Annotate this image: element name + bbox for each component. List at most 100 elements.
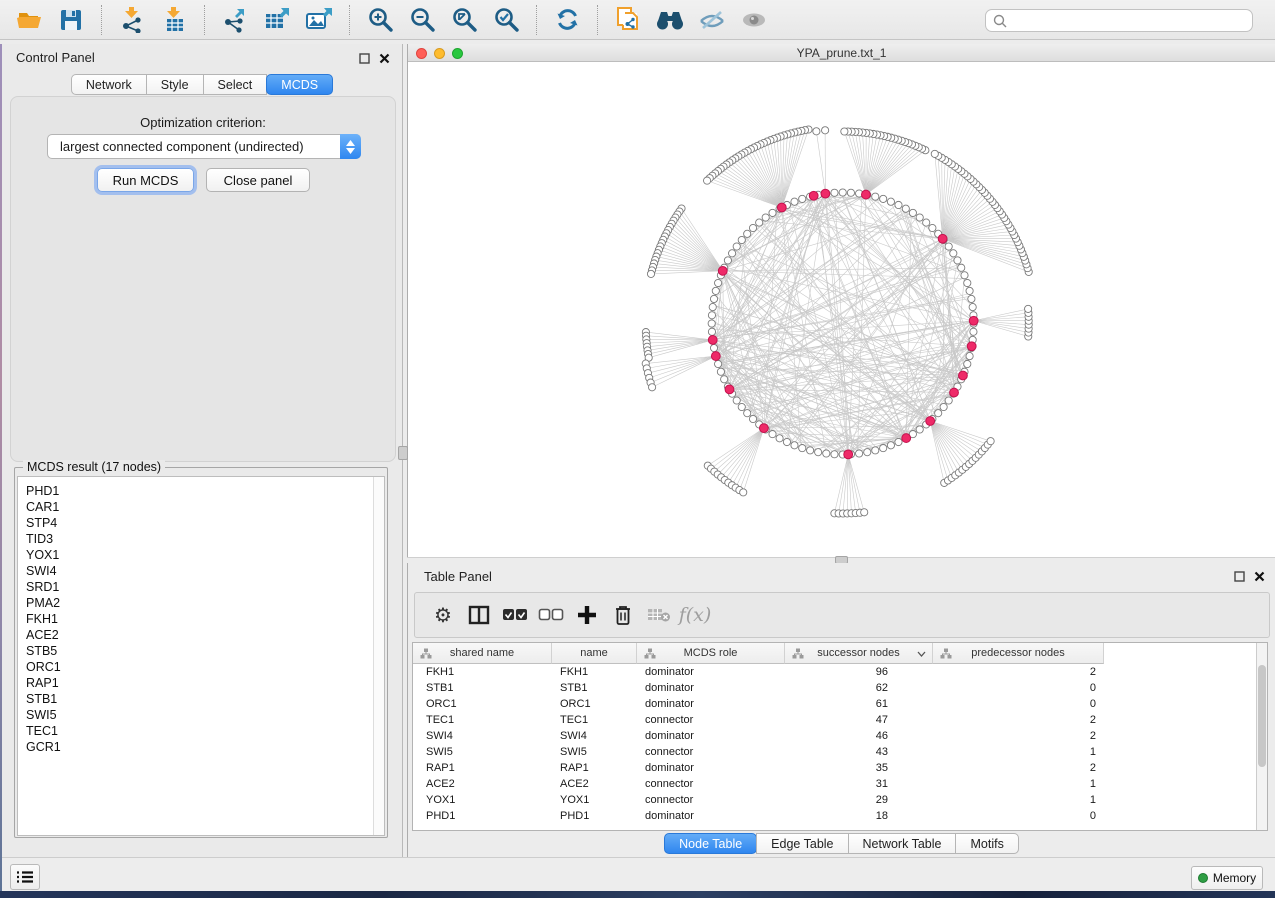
table-panel-close-button[interactable] [1252, 569, 1267, 584]
table-cell[interactable]: 35 [785, 760, 933, 776]
table-cell[interactable]: PHD1 [413, 808, 552, 824]
table-cell[interactable]: 1 [933, 744, 1104, 760]
table-tab-node-table[interactable]: Node Table [664, 833, 757, 854]
search-input[interactable] [1008, 10, 1252, 31]
table-cell[interactable]: 0 [933, 808, 1104, 824]
result-list-item[interactable]: CAR1 [18, 499, 384, 515]
show-all-button[interactable] [737, 4, 771, 36]
table-row[interactable]: FKH1FKH1dominator962 [413, 664, 1267, 680]
table-cell[interactable]: 1 [933, 792, 1104, 808]
result-list-item[interactable]: STB1 [18, 691, 384, 707]
toggle-panels-button[interactable] [461, 597, 497, 633]
table-cell[interactable]: 0 [933, 696, 1104, 712]
zoom-fit-button[interactable] [447, 4, 481, 36]
table-cell[interactable]: SWI5 [413, 744, 552, 760]
table-cell[interactable]: connector [637, 776, 785, 792]
table-scrollbar[interactable] [1256, 643, 1267, 830]
result-list-item[interactable]: SRD1 [18, 579, 384, 595]
result-list-item[interactable]: RAP1 [18, 675, 384, 691]
node-table[interactable]: shared namenameMCDS rolesuccessor nodesp… [412, 642, 1268, 831]
table-cell[interactable]: YOX1 [552, 792, 637, 808]
table-cell[interactable]: SWI4 [552, 728, 637, 744]
table-cell[interactable]: 61 [785, 696, 933, 712]
search-field[interactable] [985, 9, 1253, 32]
clone-network-button[interactable] [611, 4, 645, 36]
table-cell[interactable]: 2 [933, 760, 1104, 776]
export-network-button[interactable] [218, 4, 252, 36]
table-cell[interactable]: 0 [933, 680, 1104, 696]
table-cell[interactable]: dominator [637, 808, 785, 824]
close-panel-button[interactable]: Close panel [206, 168, 310, 192]
network-graph[interactable] [408, 62, 1275, 557]
table-cell[interactable]: SWI4 [413, 728, 552, 744]
open-file-button[interactable] [12, 4, 46, 36]
tab-mcds[interactable]: MCDS [266, 74, 333, 95]
result-list-item[interactable]: PMA2 [18, 595, 384, 611]
table-cell[interactable]: 31 [785, 776, 933, 792]
result-list-item[interactable]: GCR1 [18, 739, 384, 755]
table-row[interactable]: STB1STB1dominator620 [413, 680, 1267, 696]
result-list-item[interactable]: TID3 [18, 531, 384, 547]
table-settings-button[interactable]: ⚙ [425, 597, 461, 633]
find-button[interactable] [653, 4, 687, 36]
table-cell[interactable]: 62 [785, 680, 933, 696]
result-list-item[interactable]: STP4 [18, 515, 384, 531]
table-cell[interactable]: PHD1 [552, 808, 637, 824]
column-header-MCDS-role[interactable]: MCDS role [637, 643, 785, 664]
import-network-button[interactable] [115, 4, 149, 36]
table-cell[interactable]: 96 [785, 664, 933, 680]
table-cell[interactable]: 2 [933, 664, 1104, 680]
automation-panel-button[interactable] [10, 864, 40, 890]
table-cell[interactable]: STB1 [552, 680, 637, 696]
table-cell[interactable]: FKH1 [413, 664, 552, 680]
export-image-button[interactable] [302, 4, 336, 36]
criterion-dropdown[interactable]: largest connected component (undirected) [47, 134, 361, 159]
table-cell[interactable]: ACE2 [413, 776, 552, 792]
table-row[interactable]: RAP1RAP1dominator352 [413, 760, 1267, 776]
column-header-shared-name[interactable]: shared name [413, 643, 552, 664]
control-panel-close-button[interactable] [377, 51, 392, 66]
table-cell[interactable]: ORC1 [413, 696, 552, 712]
result-list-scrollbar[interactable] [373, 477, 384, 835]
table-cell[interactable]: dominator [637, 680, 785, 696]
table-cell[interactable]: RAP1 [552, 760, 637, 776]
add-column-button[interactable] [569, 597, 605, 633]
table-cell[interactable]: TEC1 [552, 712, 637, 728]
delete-column-button[interactable] [605, 597, 641, 633]
table-cell[interactable]: ORC1 [552, 696, 637, 712]
delete-table-button[interactable] [641, 597, 677, 633]
table-cell[interactable]: connector [637, 792, 785, 808]
table-row[interactable]: TEC1TEC1connector472 [413, 712, 1267, 728]
table-cell[interactable]: 18 [785, 808, 933, 824]
result-list-item[interactable]: SWI4 [18, 563, 384, 579]
tab-style[interactable]: Style [146, 74, 204, 95]
table-cell[interactable]: 29 [785, 792, 933, 808]
table-row[interactable]: SWI5SWI5connector431 [413, 744, 1267, 760]
table-cell[interactable]: 46 [785, 728, 933, 744]
table-cell[interactable]: 43 [785, 744, 933, 760]
table-cell[interactable]: TEC1 [413, 712, 552, 728]
export-table-button[interactable] [260, 4, 294, 36]
zoom-selected-button[interactable] [489, 4, 523, 36]
result-list-item[interactable]: SWI5 [18, 707, 384, 723]
function-builder-button[interactable]: f(x) [677, 597, 713, 633]
table-row[interactable]: ACE2ACE2connector311 [413, 776, 1267, 792]
result-list-item[interactable]: PHD1 [18, 483, 384, 499]
table-cell[interactable]: SWI5 [552, 744, 637, 760]
table-row[interactable]: YOX1YOX1connector291 [413, 792, 1267, 808]
vertical-splitter-handle[interactable] [398, 446, 408, 460]
table-cell[interactable]: YOX1 [413, 792, 552, 808]
refresh-view-button[interactable] [550, 4, 584, 36]
memory-button[interactable]: Memory [1191, 866, 1263, 890]
save-session-button[interactable] [54, 4, 88, 36]
table-cell[interactable]: FKH1 [552, 664, 637, 680]
result-list-item[interactable]: ACE2 [18, 627, 384, 643]
hide-selected-button[interactable] [695, 4, 729, 36]
table-row[interactable]: PHD1PHD1dominator180 [413, 808, 1267, 824]
table-cell[interactable]: dominator [637, 696, 785, 712]
mcds-result-list[interactable]: PHD1CAR1STP4TID3YOX1SWI4SRD1PMA2FKH1ACE2… [17, 476, 385, 836]
zoom-out-button[interactable] [405, 4, 439, 36]
result-list-item[interactable]: ORC1 [18, 659, 384, 675]
table-tab-network-table[interactable]: Network Table [848, 833, 957, 854]
control-panel-float-button[interactable] [357, 51, 372, 66]
